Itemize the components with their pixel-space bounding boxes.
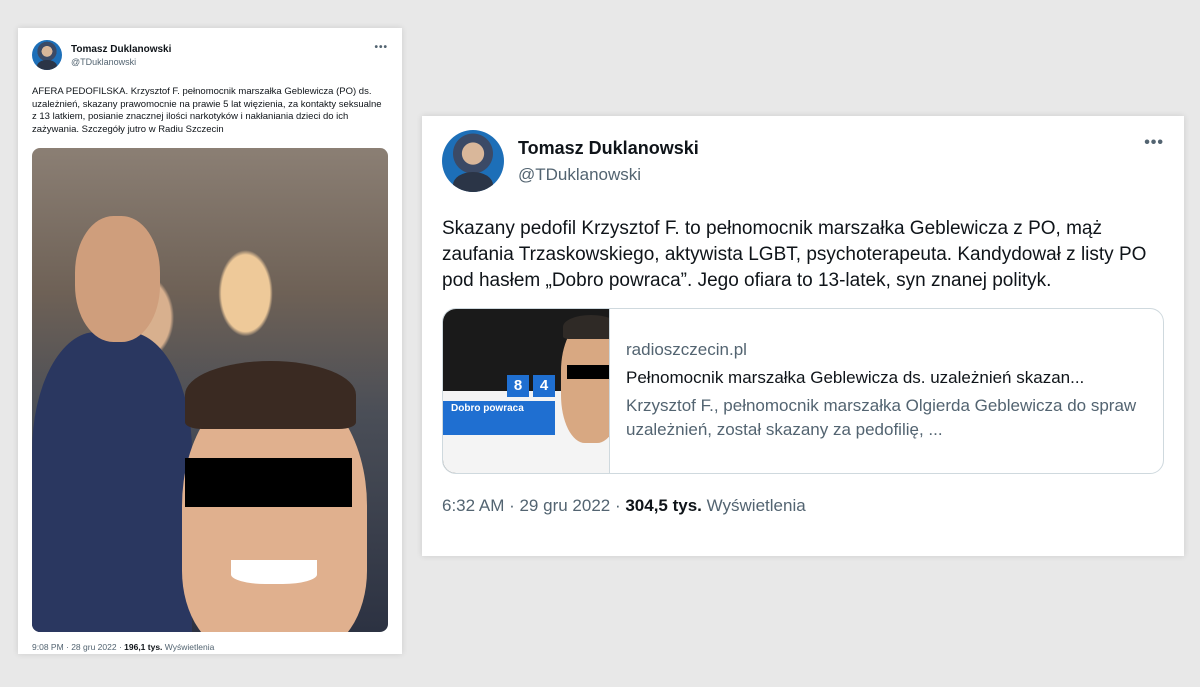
link-title: Pełnomocnik marszałka Geblewicza ds. uza… [626,368,1085,387]
link-thumbnail: 8 4 Dobro powraca [443,309,610,473]
more-options-icon[interactable]: ••• [374,42,388,53]
display-name[interactable]: Tomasz Duklanowski [71,44,171,55]
tweet-meta: 9:08 PM · 28 gru 2022 · 196,1 tys. Wyświ… [32,642,388,652]
user-handle[interactable]: @TDuklanowski [71,57,171,67]
thumb-slogan: Dobro powraca [451,403,524,414]
avatar[interactable] [32,40,62,70]
tweet-text: AFERA PEDOFILSKA. Krzysztof F. pełnomocn… [32,86,382,135]
more-options-icon[interactable]: ••• [1144,134,1164,152]
views-label: Wyświetlenia [162,642,215,653]
tweet-photo[interactable] [32,148,388,633]
user-handle[interactable]: @TDuklanowski [518,165,699,185]
tweet-timestamp[interactable]: 9:08 PM · 28 gru 2022 · [32,642,124,652]
tweet-timestamp[interactable]: 6:32 AM · 29 gru 2022 · [442,496,625,515]
tweet-meta: 6:32 AM · 29 gru 2022 · 304,5 tys. Wyświ… [442,496,1164,516]
tweet-card-right[interactable]: Tomasz Duklanowski @TDuklanowski ••• Ska… [422,116,1184,556]
link-domain: radioszczecin.pl [626,340,747,359]
views-label: Wyświetlenia [701,496,806,515]
thumb-number: 4 [533,375,555,397]
tweet-header: Tomasz Duklanowski @TDuklanowski ••• [442,130,1164,192]
avatar[interactable] [442,130,504,192]
tweet-card-left[interactable]: Tomasz Duklanowski @TDuklanowski ••• AFE… [18,28,402,654]
tweet-text: Skazany pedofil Krzysztof F. to pełnomoc… [442,218,1147,291]
views-count: 196,1 tys. [124,642,163,653]
link-preview-card[interactable]: 8 4 Dobro powraca radioszczecin.pl Pełno… [442,308,1164,474]
tweet-header: Tomasz Duklanowski @TDuklanowski ••• [32,40,388,70]
thumb-number: 8 [507,375,529,397]
display-name[interactable]: Tomasz Duklanowski [518,138,699,159]
link-description: Krzysztof F., pełnomocnik marszałka Olgi… [626,396,1137,439]
views-count: 304,5 tys. [625,496,702,515]
